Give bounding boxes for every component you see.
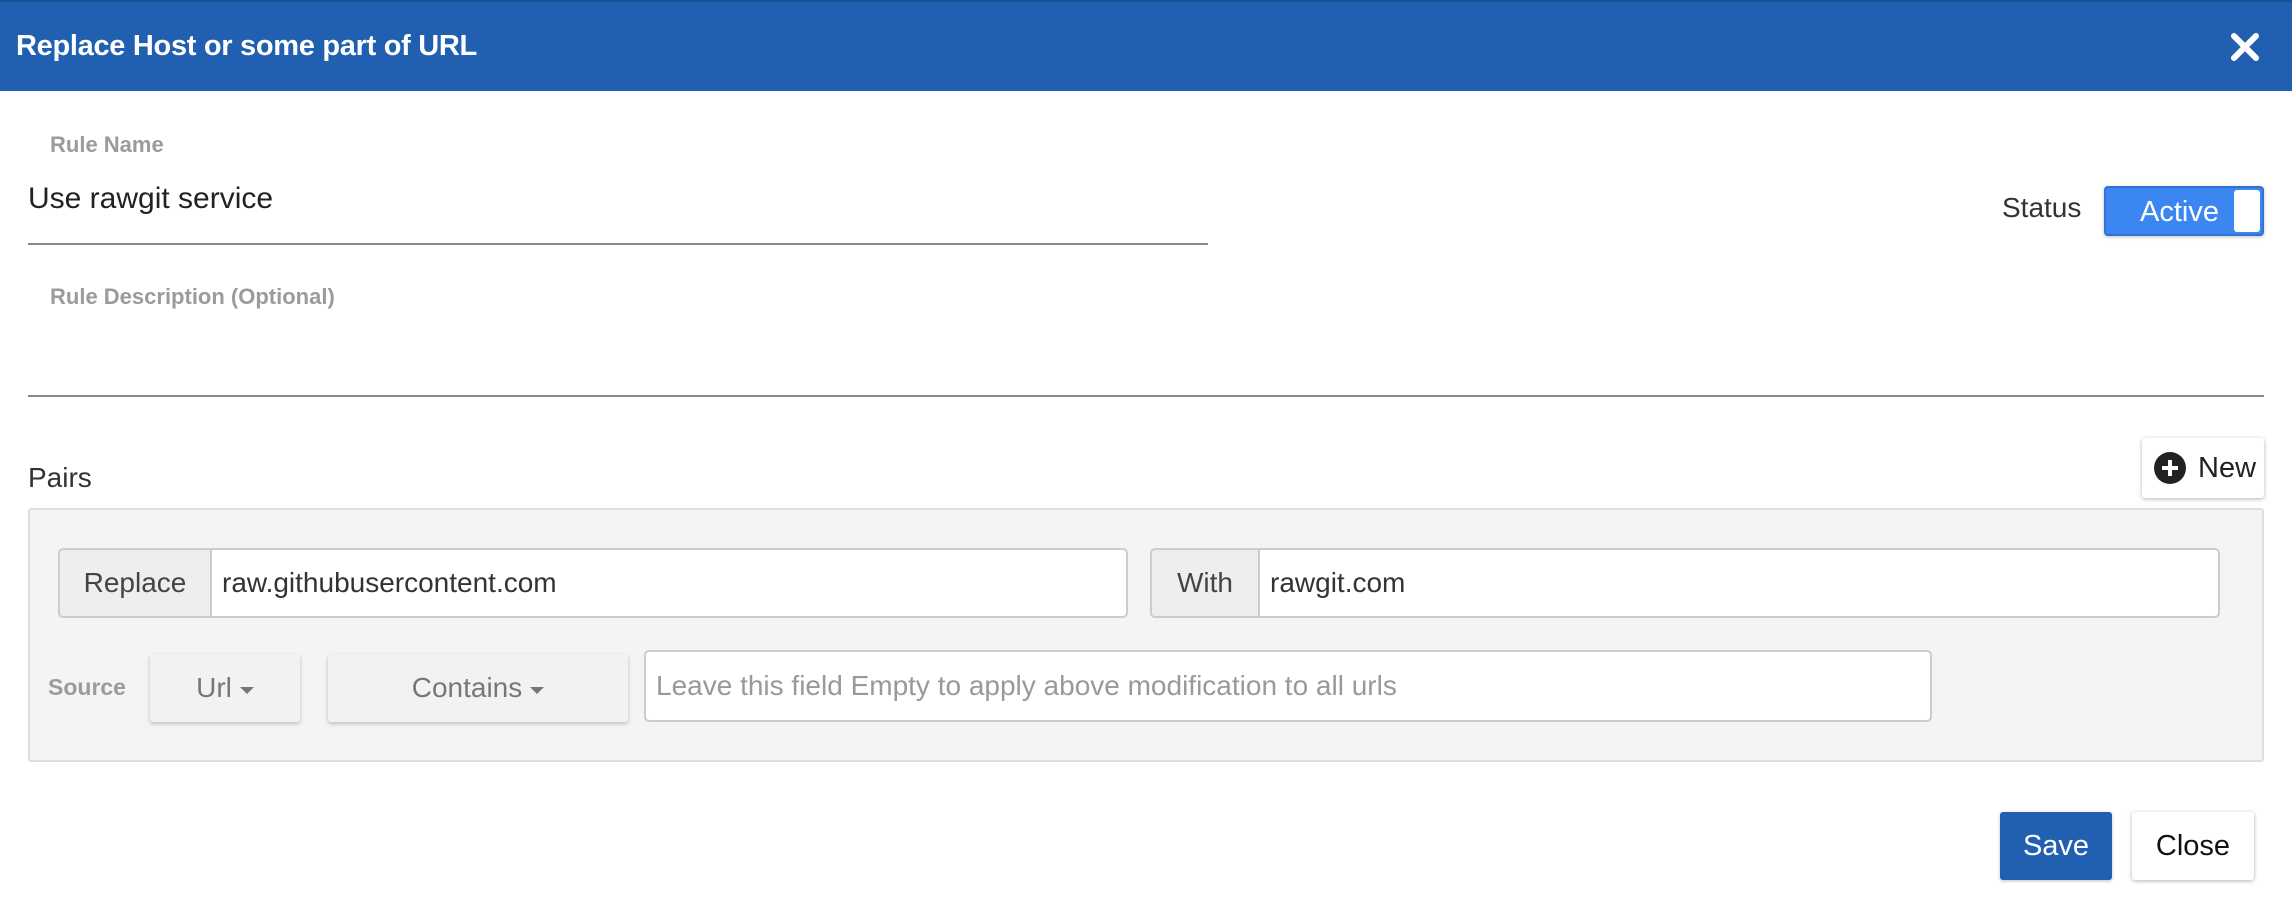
dialog-header: Replace Host or some part of URL bbox=[0, 0, 2292, 91]
toggle-knob bbox=[2234, 190, 2260, 232]
replace-input-group: Replace raw.githubusercontent.com bbox=[58, 548, 1128, 618]
new-pair-button[interactable]: New bbox=[2142, 438, 2264, 498]
rule-description-underline bbox=[28, 395, 2264, 397]
with-input[interactable]: rawgit.com bbox=[1258, 548, 2220, 618]
dialog-title: Replace Host or some part of URL bbox=[16, 30, 477, 62]
rule-editor-dialog: Replace Host or some part of URL Rule Na… bbox=[0, 0, 2292, 918]
source-operator-value: Contains bbox=[411, 672, 523, 703]
with-addon: With bbox=[1150, 548, 1258, 618]
source-key-value: Url bbox=[196, 672, 232, 703]
new-pair-label: New bbox=[2198, 452, 2257, 484]
close-button[interactable]: Close bbox=[2132, 812, 2254, 880]
source-key-dropdown[interactable]: Url bbox=[150, 654, 300, 722]
rule-name-label: Rule Name bbox=[50, 132, 164, 157]
status-toggle[interactable]: Active bbox=[2104, 186, 2264, 236]
plus-circle-icon bbox=[2154, 452, 2186, 484]
rule-name-input[interactable]: Use rawgit service bbox=[28, 182, 273, 216]
pair-card bbox=[28, 508, 2264, 762]
caret-down-icon bbox=[530, 686, 545, 694]
save-button[interactable]: Save bbox=[2000, 812, 2112, 880]
pairs-label: Pairs bbox=[28, 462, 92, 493]
rule-description-label: Rule Description (Optional) bbox=[50, 284, 335, 309]
source-label: Source bbox=[48, 674, 126, 700]
close-icon[interactable] bbox=[2228, 30, 2262, 64]
status-label: Status bbox=[2002, 192, 2082, 223]
with-input-group: With rawgit.com bbox=[1150, 548, 2220, 618]
rule-description-input[interactable] bbox=[28, 320, 2264, 390]
caret-down-icon bbox=[239, 686, 254, 694]
replace-addon: Replace bbox=[58, 548, 210, 618]
status-toggle-label: Active bbox=[2140, 196, 2219, 228]
source-operator-dropdown[interactable]: Contains bbox=[328, 654, 628, 722]
replace-input[interactable]: raw.githubusercontent.com bbox=[210, 548, 1128, 618]
source-value-input[interactable]: Leave this field Empty to apply above mo… bbox=[644, 650, 1932, 722]
rule-name-underline bbox=[28, 243, 1208, 245]
